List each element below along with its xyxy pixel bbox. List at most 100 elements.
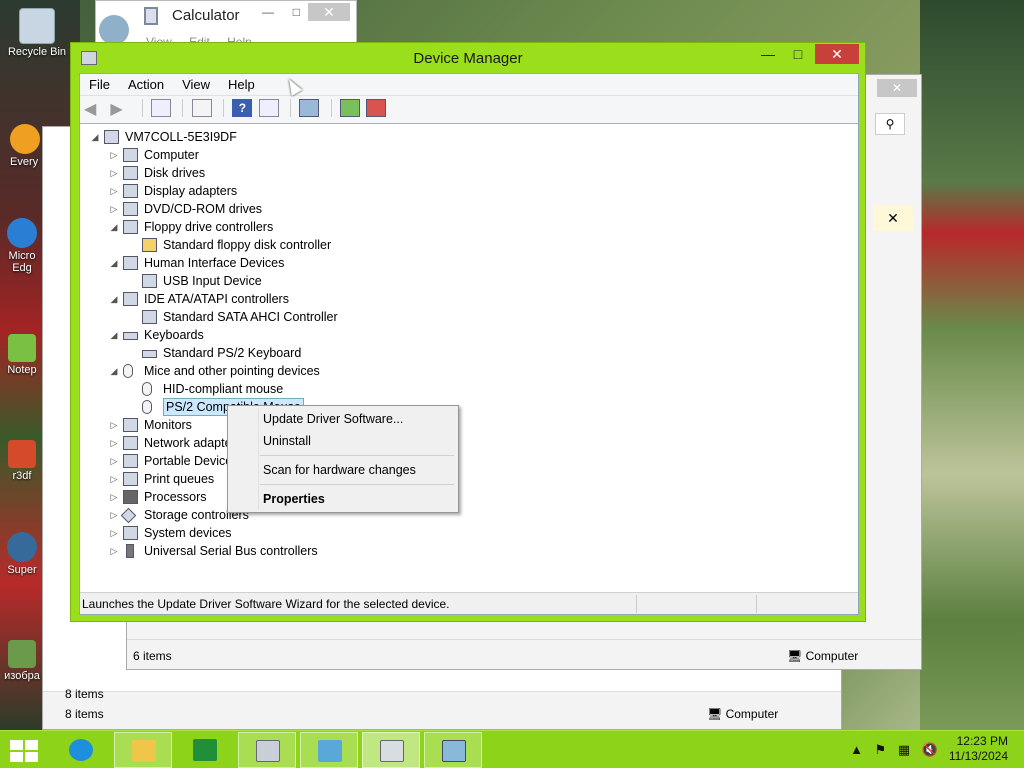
maximize-icon[interactable]: □: [293, 5, 300, 19]
close-button[interactable]: ✕: [815, 44, 859, 64]
expand-icon[interactable]: ▷: [109, 182, 119, 200]
maximize-button[interactable]: □: [785, 45, 811, 65]
tree-node-dvd-drives[interactable]: ▷ DVD/CD-ROM drives: [80, 200, 858, 218]
search-icon[interactable]: ⚲: [875, 113, 905, 135]
tree-device-hid-mouse[interactable]: HID-compliant mouse: [80, 380, 858, 398]
desktop-icon-recycle-bin[interactable]: Recycle Bin: [2, 8, 72, 58]
expand-icon[interactable]: ▷: [109, 200, 119, 218]
menu-item-scan-hardware[interactable]: Scan for hardware changes: [230, 459, 456, 481]
tree-node-disk-drives[interactable]: ▷ Disk drives: [80, 164, 858, 182]
dismiss-icon[interactable]: ✕: [873, 205, 913, 231]
menu-view[interactable]: View: [173, 74, 219, 92]
tree-node-computer[interactable]: ▷ Computer: [80, 146, 858, 164]
tree-node-display-adapters[interactable]: ▷ Display adapters: [80, 182, 858, 200]
flag-icon[interactable]: ⚑: [875, 742, 887, 757]
clock[interactable]: 12:23 PM 11/13/2024: [949, 734, 1008, 764]
taskbar-computer-management[interactable]: [424, 732, 482, 768]
taskbar-store[interactable]: [176, 732, 234, 768]
menu-file[interactable]: File: [80, 74, 119, 92]
back-icon[interactable]: ◀: [84, 99, 104, 118]
network-icon[interactable]: ▦: [898, 742, 910, 757]
tree-device-floppy-controller[interactable]: Standard floppy disk controller: [80, 236, 858, 254]
tree-node-monitors[interactable]: ▷ Monitors: [80, 416, 858, 434]
forward-icon[interactable]: ▶: [110, 99, 130, 118]
tree-root[interactable]: ◢ VM7COLL-5E3I9DF: [80, 128, 858, 146]
tree-node-storage-controllers[interactable]: ▷ Storage controllers: [80, 506, 858, 524]
expand-icon[interactable]: ▷: [109, 542, 119, 560]
tree-node-processors[interactable]: ▷ Processors: [80, 488, 858, 506]
status-divider: [636, 595, 637, 613]
menu-item-properties[interactable]: Properties: [230, 488, 456, 510]
desktop-icon-super[interactable]: Super: [0, 532, 44, 576]
update-driver-icon[interactable]: [340, 99, 361, 117]
help-icon[interactable]: ?: [232, 99, 253, 117]
tree-node-keyboards[interactable]: ◢ Keyboards: [80, 326, 858, 344]
tree-node-print-queues[interactable]: ▷ Print queues: [80, 470, 858, 488]
expand-icon[interactable]: ▷: [109, 164, 119, 182]
collapse-icon[interactable]: ◢: [109, 326, 119, 344]
desktop-icon-r3df[interactable]: r3df: [0, 440, 44, 482]
properties-icon[interactable]: [191, 99, 212, 117]
show-hide-console-tree-icon[interactable]: [151, 99, 172, 117]
menu-item-update-driver[interactable]: Update Driver Software...: [230, 408, 456, 430]
uninstall-device-icon[interactable]: [366, 99, 387, 117]
clock-time: 12:23 PM: [956, 734, 1008, 748]
taskbar-app[interactable]: [300, 732, 358, 768]
expand-icon[interactable]: ▷: [109, 488, 119, 506]
menu-bar: File Action View Help: [80, 74, 858, 96]
menu-action[interactable]: Action: [119, 74, 173, 92]
minimize-button[interactable]: —: [755, 45, 781, 65]
view-icon[interactable]: [258, 99, 279, 117]
expand-icon[interactable]: ▷: [109, 470, 119, 488]
taskbar-calculator[interactable]: [238, 732, 296, 768]
taskbar-internet-explorer[interactable]: [52, 732, 110, 768]
volume-muted-icon[interactable]: 🔇: [922, 742, 938, 757]
expand-icon[interactable]: ▷: [109, 416, 119, 434]
tree-node-system-devices[interactable]: ▷ System devices: [80, 524, 858, 542]
minimize-icon[interactable]: —: [262, 5, 274, 19]
close-button[interactable]: ✕: [308, 3, 350, 21]
display-adapter-icon: [123, 184, 138, 198]
tree-node-label: Network adapte: [144, 436, 232, 450]
collapse-icon[interactable]: ◢: [90, 128, 100, 146]
tree-node-ide-controllers[interactable]: ◢ IDE ATA/ATAPI controllers: [80, 290, 858, 308]
collapse-icon[interactable]: ◢: [109, 218, 119, 236]
tree-node-hid[interactable]: ◢ Human Interface Devices: [80, 254, 858, 272]
scan-hardware-icon[interactable]: [299, 99, 320, 117]
disk-drive-icon: [123, 166, 138, 180]
tree-device-keyboard[interactable]: Standard PS/2 Keyboard: [80, 344, 858, 362]
tree-node-usb-controllers[interactable]: ▷ Universal Serial Bus controllers: [80, 542, 858, 560]
expand-icon[interactable]: ▷: [109, 434, 119, 452]
super-icon: [7, 532, 37, 562]
expand-icon[interactable]: ▷: [109, 146, 119, 164]
desktop-icon-notepad[interactable]: Notep: [0, 334, 44, 376]
device-manager-window[interactable]: Device Manager — □ ✕ File Action View Help …: [70, 42, 866, 622]
menu-help[interactable]: Help: [219, 74, 264, 92]
expand-icon[interactable]: ▷: [109, 524, 119, 542]
tree-device-ps2-mouse[interactable]: PS/2 Compatible Mouse: [80, 398, 858, 416]
tree-node-floppy-controllers[interactable]: ◢ Floppy drive controllers: [80, 218, 858, 236]
title-bar[interactable]: Device Manager — □ ✕: [71, 43, 865, 73]
tree-node-portable-devices[interactable]: ▷ Portable Devices: [80, 452, 858, 470]
system-device-icon: [123, 526, 138, 540]
collapse-icon[interactable]: ◢: [109, 290, 119, 308]
expand-icon[interactable]: ▷: [109, 452, 119, 470]
desktop-icon-everything[interactable]: Every: [0, 124, 44, 168]
device-manager-icon: [380, 740, 404, 762]
tree-device-sata-controller[interactable]: Standard SATA AHCI Controller: [80, 308, 858, 326]
desktop-icon-image[interactable]: изобра: [0, 640, 44, 682]
tree-device-usb-input[interactable]: USB Input Device: [80, 272, 858, 290]
close-button[interactable]: ✕: [877, 79, 917, 97]
tree-node-mice[interactable]: ◢ Mice and other pointing devices: [80, 362, 858, 380]
collapse-icon[interactable]: ◢: [109, 254, 119, 272]
desktop-icon-edge[interactable]: Micro Edg: [0, 218, 44, 274]
start-button[interactable]: [10, 740, 38, 762]
chevron-up-icon[interactable]: ▲: [850, 742, 863, 757]
taskbar-file-explorer[interactable]: [114, 732, 172, 768]
collapse-icon[interactable]: ◢: [109, 362, 119, 380]
expand-icon[interactable]: ▷: [109, 506, 119, 524]
windows-logo-icon: [25, 752, 38, 762]
menu-item-uninstall[interactable]: Uninstall: [230, 430, 456, 452]
tree-node-network-adapters[interactable]: ▷ Network adapte: [80, 434, 858, 452]
taskbar-device-manager[interactable]: [362, 732, 420, 768]
